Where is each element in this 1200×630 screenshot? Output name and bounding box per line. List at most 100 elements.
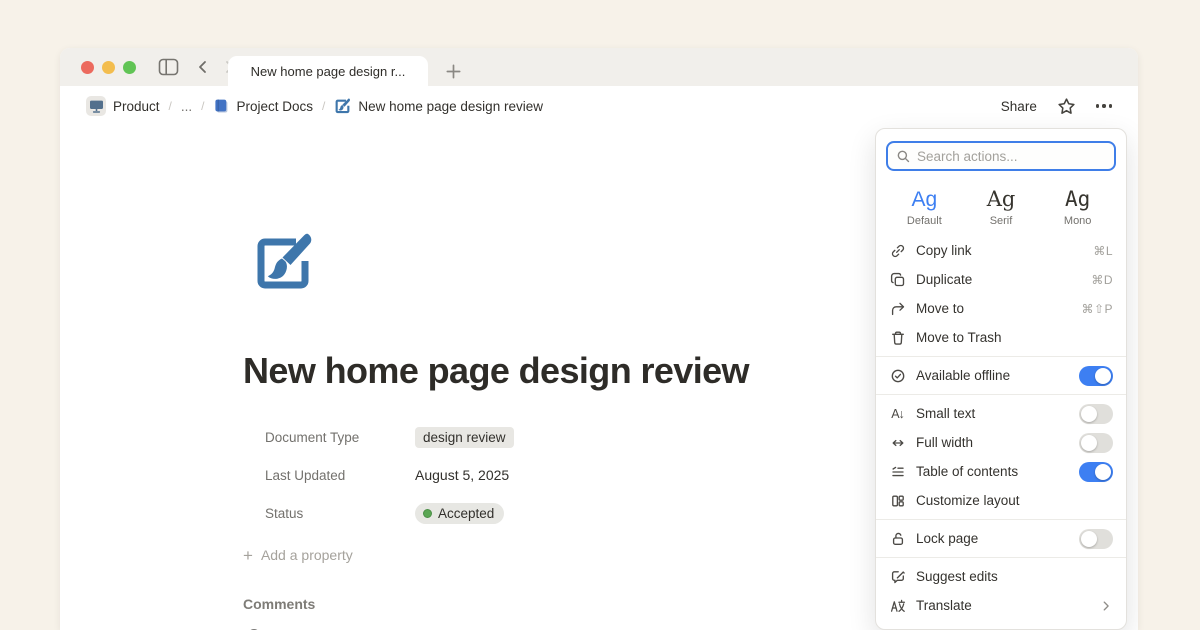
property-label: Status (265, 506, 415, 521)
breadcrumb-separator: / (201, 99, 204, 113)
font-option-default[interactable]: Ag Default (886, 187, 963, 227)
font-selector: Ag Default Ag Serif Ag Mono (876, 177, 1126, 236)
breadcrumb-toolbar: Product / ... / Project Docs / (60, 86, 1138, 126)
breadcrumb-label: New home page design review (358, 99, 543, 114)
comments-heading: Comments (243, 596, 843, 612)
more-options-icon[interactable] (1096, 104, 1112, 107)
menu-item-full-width[interactable]: Full width (876, 428, 1126, 457)
menu-item-label: Full width (916, 435, 1079, 450)
menu-item-move-to[interactable]: Move to ⌘⇧P (876, 294, 1126, 323)
window-controls (81, 61, 136, 74)
minimize-window-button[interactable] (102, 61, 115, 74)
menu-item-label: Copy link (916, 243, 1093, 258)
menu-item-label: Move to Trash (916, 330, 1113, 345)
property-list: Document Type design review Last Updated… (243, 418, 843, 532)
full-width-arrows-icon (889, 434, 906, 451)
menu-item-duplicate[interactable]: Duplicate ⌘D (876, 265, 1126, 294)
toolbar-actions: Share (1001, 97, 1112, 116)
available-offline-toggle[interactable] (1079, 366, 1113, 386)
menu-item-table-of-contents[interactable]: Table of contents (876, 457, 1126, 486)
menu-item-shortcut: ⌘⇧P (1081, 302, 1113, 316)
status-badge[interactable]: Accepted (415, 503, 504, 524)
property-value[interactable]: August 5, 2025 (415, 467, 509, 483)
page-brush-icon[interactable] (251, 232, 315, 296)
breadcrumb-item-project-docs[interactable]: Project Docs (213, 98, 313, 114)
search-icon (896, 149, 911, 164)
breadcrumb-label: Project Docs (236, 99, 313, 114)
menu-divider (876, 519, 1126, 520)
active-tab[interactable]: New home page design r... (228, 56, 428, 86)
font-label: Serif (963, 215, 1040, 227)
font-option-mono[interactable]: Ag Mono (1039, 187, 1116, 227)
breadcrumb-item-product[interactable]: Product (86, 96, 160, 116)
check-circle-icon (889, 367, 906, 384)
property-row-last-updated[interactable]: Last Updated August 5, 2025 (243, 456, 843, 494)
add-property-button[interactable]: + Add a property (243, 540, 843, 570)
menu-item-label: Duplicate (916, 272, 1091, 287)
breadcrumb-separator: / (169, 99, 172, 113)
favorite-star-icon[interactable] (1057, 97, 1076, 116)
monitor-icon (86, 96, 106, 116)
close-window-button[interactable] (81, 61, 94, 74)
new-tab-button[interactable] (438, 56, 468, 86)
menu-item-translate[interactable]: Translate (876, 591, 1126, 620)
translate-icon (889, 597, 906, 614)
menu-item-available-offline[interactable]: Available offline (876, 361, 1126, 390)
book-icon (213, 98, 229, 114)
menu-item-lock-page[interactable]: Lock page (876, 524, 1126, 553)
back-icon[interactable] (195, 59, 211, 75)
font-sample: Ag (886, 187, 963, 212)
menu-item-customize-layout[interactable]: Customize layout (876, 486, 1126, 515)
breadcrumb-item-current-page[interactable]: New home page design review (334, 98, 543, 115)
menu-item-move-to-trash[interactable]: Move to Trash (876, 323, 1126, 352)
menu-item-copy-link[interactable]: Copy link ⌘L (876, 236, 1126, 265)
zoom-window-button[interactable] (123, 61, 136, 74)
breadcrumb-item-collapsed[interactable]: ... (181, 99, 192, 114)
menu-item-label: Customize layout (916, 493, 1113, 508)
chevron-right-icon (1099, 599, 1113, 613)
tab-bar: New home page design r... (60, 48, 1138, 86)
app-window: New home page design r... Product / ... … (60, 48, 1138, 630)
menu-item-suggest-edits[interactable]: Suggest edits (876, 562, 1126, 591)
lock-page-toggle[interactable] (1079, 529, 1113, 549)
menu-item-label: Translate (916, 598, 1099, 613)
table-of-contents-toggle[interactable] (1079, 462, 1113, 482)
share-button[interactable]: Share (1001, 99, 1037, 114)
status-label: Accepted (438, 506, 494, 521)
menu-item-label: Table of contents (916, 464, 1079, 479)
breadcrumb-label: Product (113, 99, 160, 114)
page-title[interactable]: New home page design review (243, 350, 843, 392)
brush-square-icon (334, 98, 351, 115)
move-to-arrow-icon (889, 300, 906, 317)
status-dot-icon (423, 509, 432, 518)
property-label: Last Updated (265, 468, 415, 483)
property-label: Document Type (265, 430, 415, 445)
menu-divider (876, 557, 1126, 558)
search-actions-input[interactable] (917, 149, 1106, 164)
unlock-icon (889, 530, 906, 547)
font-option-serif[interactable]: Ag Serif (963, 187, 1040, 227)
breadcrumb-separator: / (322, 99, 325, 113)
font-sample: Ag (963, 187, 1040, 212)
trash-icon (889, 329, 906, 346)
font-label: Default (886, 215, 963, 227)
plus-icon: + (243, 547, 253, 564)
menu-item-label: Move to (916, 301, 1081, 316)
table-of-contents-icon (889, 463, 906, 480)
page-actions-menu: Ag Default Ag Serif Ag Mono Copy link (875, 128, 1127, 630)
menu-item-shortcut: ⌘D (1091, 273, 1113, 287)
menu-item-label: Small text (916, 406, 1079, 421)
full-width-toggle[interactable] (1079, 433, 1113, 453)
breadcrumb: Product / ... / Project Docs / (86, 96, 543, 116)
search-actions-box[interactable] (886, 141, 1116, 171)
menu-item-label: Lock page (916, 531, 1079, 546)
property-row-status[interactable]: Status Accepted (243, 494, 843, 532)
font-sample: Ag (1039, 187, 1116, 212)
property-tag[interactable]: design review (415, 427, 514, 448)
suggest-edits-icon (889, 568, 906, 585)
sidebar-toggle-icon[interactable] (158, 58, 179, 76)
menu-item-small-text[interactable]: A↓ Small text (876, 399, 1126, 428)
small-text-toggle[interactable] (1079, 404, 1113, 424)
layout-icon (889, 492, 906, 509)
property-row-document-type[interactable]: Document Type design review (243, 418, 843, 456)
